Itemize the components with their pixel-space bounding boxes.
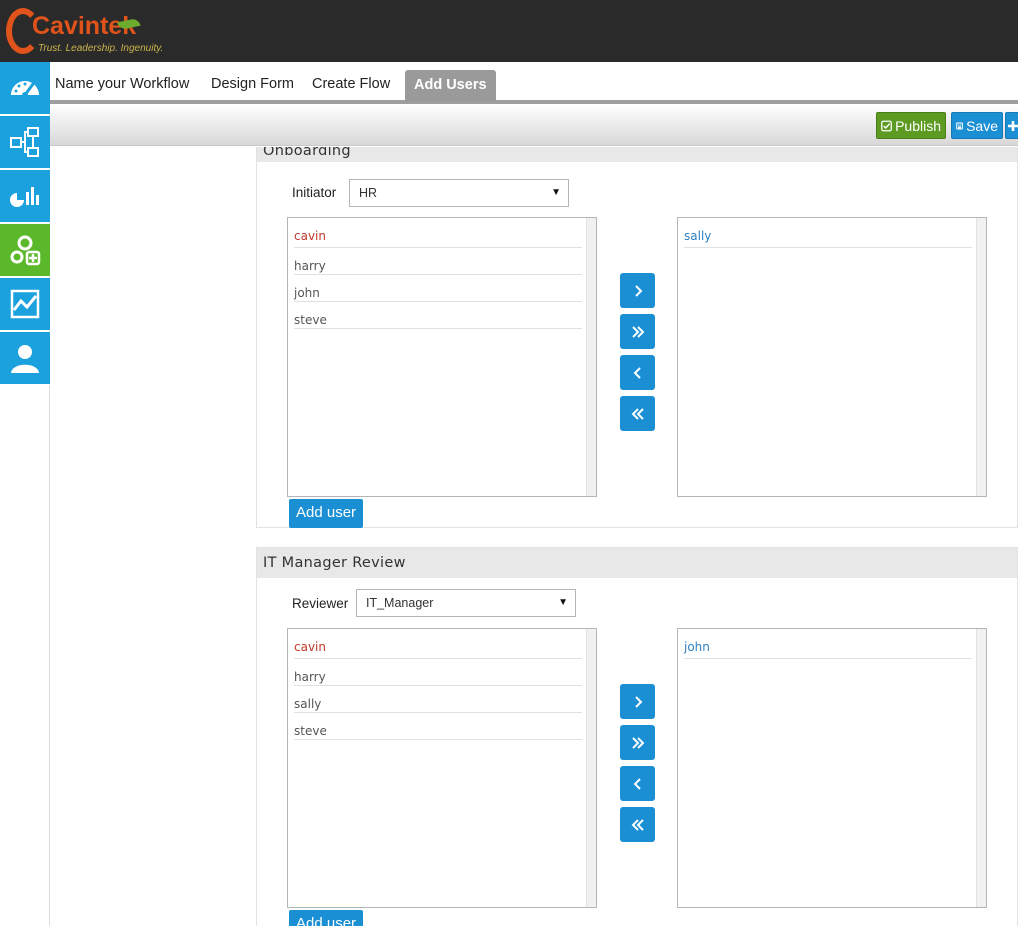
double-chevron-right-icon — [631, 325, 644, 338]
dashboard-gauge-icon — [11, 81, 39, 98]
chevron-right-icon — [634, 695, 642, 708]
add-user-button[interactable]: Add user — [289, 910, 364, 926]
brand-tagline: Trust. Leadership. Ingenuity. — [38, 43, 164, 54]
list-item[interactable]: sally — [294, 686, 582, 713]
move-left-button[interactable] — [620, 355, 655, 390]
list-item[interactable]: sally — [684, 218, 972, 248]
add-user-button[interactable]: Add user — [289, 499, 364, 528]
panel-title: IT Manager Review — [257, 548, 1017, 578]
panel-title: Onboarding — [257, 147, 1017, 162]
double-chevron-left-icon — [631, 818, 644, 831]
assigned-users-list[interactable]: sally — [677, 217, 987, 497]
nav-workflow[interactable] — [0, 116, 50, 169]
check-square-icon — [881, 120, 892, 131]
double-chevron-left-icon — [631, 407, 644, 420]
publish-label: Publish — [895, 117, 941, 134]
save-button[interactable]: Save — [951, 112, 1003, 139]
step-panel-onboarding: Onboarding Initiator HR ▼ cavin harry jo… — [256, 147, 1018, 528]
scrollbar[interactable] — [976, 218, 986, 496]
nav-user-profile[interactable] — [0, 332, 50, 385]
tab-name-your-workflow[interactable]: Name your Workflow — [55, 76, 189, 92]
dropdown-arrow-icon: ▼ — [551, 187, 561, 198]
available-users-list[interactable]: cavin harry john steve — [287, 217, 597, 497]
nav-dashboard[interactable] — [0, 62, 50, 115]
list-item[interactable]: john — [684, 629, 972, 659]
move-all-left-button[interactable] — [620, 807, 655, 842]
workflow-flowchart-icon — [10, 127, 39, 157]
tab-add-users[interactable]: Add Users — [405, 70, 496, 102]
assigned-users-list[interactable]: john — [677, 628, 987, 908]
side-navigation — [0, 62, 50, 926]
list-item[interactable]: steve — [294, 713, 582, 740]
scrollbar[interactable] — [976, 629, 986, 907]
list-item[interactable]: harry — [294, 659, 582, 686]
reviewer-select[interactable]: IT_Manager ▼ — [356, 589, 576, 617]
activity-graph-icon — [10, 289, 40, 319]
publish-button[interactable]: Publish — [876, 112, 946, 139]
nav-analytics[interactable] — [0, 170, 50, 223]
chevron-right-icon — [634, 284, 642, 297]
nav-activity[interactable] — [0, 278, 50, 331]
available-users-list[interactable]: cavin harry sally steve — [287, 628, 597, 908]
list-item[interactable]: steve — [294, 302, 582, 329]
top-header: Cavintek Trust. Leadership. Ingenuity. — [0, 0, 1018, 62]
reviewer-selected-value: IT_Manager — [366, 596, 434, 610]
user-profile-icon — [11, 345, 39, 373]
action-toolbar: Publish Save — [50, 104, 1018, 146]
add-button[interactable] — [1005, 112, 1018, 139]
move-right-button[interactable] — [620, 684, 655, 719]
list-item[interactable]: john — [294, 275, 582, 302]
save-label: Save — [966, 117, 998, 134]
main-content: Onboarding Initiator HR ▼ cavin harry jo… — [50, 147, 1018, 926]
chevron-left-icon — [633, 777, 641, 790]
scrollbar[interactable] — [586, 218, 596, 496]
move-right-button[interactable] — [620, 273, 655, 308]
plus-icon — [1008, 120, 1018, 131]
list-item[interactable]: cavin — [294, 629, 582, 659]
cavintek-logo[interactable]: Cavintek Trust. Leadership. Ingenuity. — [6, 6, 163, 58]
workflow-tabs: Name your Workflow Design Form Create Fl… — [50, 62, 1018, 104]
double-chevron-right-icon — [631, 736, 644, 749]
initiator-selected-value: HR — [359, 186, 378, 200]
analytics-chart-icon — [10, 187, 39, 207]
nav-settings[interactable] — [0, 224, 50, 277]
list-item[interactable]: cavin — [294, 218, 582, 248]
initiator-label: Initiator — [292, 185, 337, 200]
initiator-select[interactable]: HR ▼ — [349, 179, 569, 207]
chevron-left-icon — [633, 366, 641, 379]
dropdown-arrow-icon: ▼ — [558, 597, 568, 608]
reviewer-label: Reviewer — [292, 596, 349, 611]
step-panel-it-manager-review: IT Manager Review Reviewer IT_Manager ▼ … — [256, 547, 1018, 926]
settings-gears-plus-icon — [10, 235, 41, 266]
scrollbar[interactable] — [586, 629, 596, 907]
move-all-left-button[interactable] — [620, 396, 655, 431]
list-item[interactable]: harry — [294, 248, 582, 275]
tab-create-flow[interactable]: Create Flow — [312, 76, 390, 92]
move-left-button[interactable] — [620, 766, 655, 801]
move-all-right-button[interactable] — [620, 314, 655, 349]
move-all-right-button[interactable] — [620, 725, 655, 760]
floppy-disk-icon — [956, 122, 963, 129]
tab-design-form[interactable]: Design Form — [211, 76, 294, 92]
